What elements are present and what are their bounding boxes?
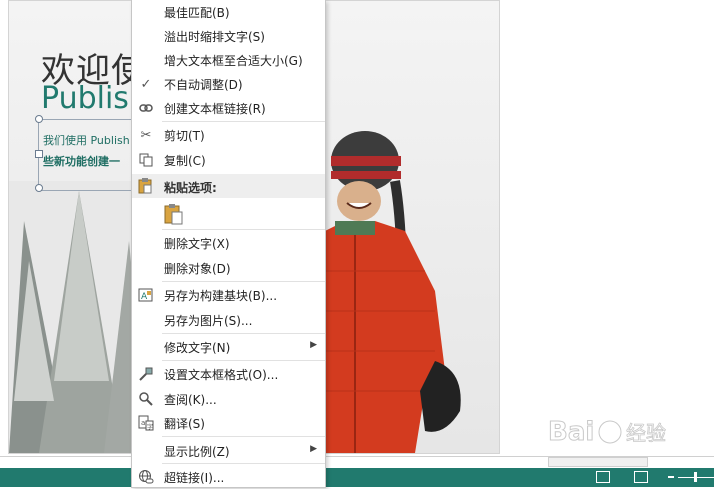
format-brush-icon [138,366,154,382]
menu-item-shrink-on-overflow[interactable]: 溢出时缩排文字(S) [132,24,325,48]
menu-item-zoom[interactable]: 显示比例(Z) ▶ [132,439,325,463]
menu-separator [162,436,325,437]
context-menu: 最佳匹配(B) 溢出时缩排文字(S) 增大文本框至合适大小(G) ✓ 不自动调整… [131,0,326,488]
two-page-view-icon[interactable] [634,471,648,483]
frame-text-line2: 些新功能创建一 [43,155,120,168]
menu-item-create-link[interactable]: 创建文本框链接(R) [132,96,325,120]
hyperlink-globe-icon [138,469,154,485]
menu-item-cut[interactable]: ✂ 剪切(T) [132,123,325,147]
svg-text:a: a [141,419,145,427]
menu-item-delete-text[interactable]: 删除文字(X) [132,231,325,255]
resize-handle-left[interactable] [35,150,43,158]
menu-separator [162,360,325,361]
translate-icon: a字 [138,415,154,431]
menu-item-copy[interactable]: 复制(C) [132,148,325,172]
menu-item-translate[interactable]: a字 翻译(S) [132,411,325,435]
page-title-line2: Publis [41,81,129,116]
menu-item-hyperlink[interactable]: 超链接(I)... [132,465,325,489]
magnifier-icon [138,391,154,407]
clipboard-icon [138,178,152,197]
menu-separator [162,229,325,230]
scissors-icon: ✂ [140,127,152,143]
snowy-trees-image [9,181,149,453]
baidu-watermark-logo: Bai 经验 [548,417,666,448]
horizontal-scrollbar[interactable] [548,457,648,467]
submenu-arrow-icon: ▶ [310,340,317,350]
svg-text:经验: 经验 [626,421,666,445]
menu-separator [162,333,325,334]
menu-item-save-as-picture[interactable]: 另存为图片(S)... [132,308,325,332]
checkmark-icon: ✓ [140,76,152,92]
frame-text-line1: 我们使用 Publish [43,134,130,147]
menu-item-best-fit[interactable]: 最佳匹配(B) [132,0,325,24]
copy-icon [138,152,154,168]
svg-text:Bai: Bai [548,417,594,447]
menu-item-change-text[interactable]: 修改文字(N) ▶ [132,335,325,359]
zoom-out-icon[interactable] [668,476,674,478]
menu-item-delete-object[interactable]: 删除对象(D) [132,256,325,280]
menu-item-grow-frame[interactable]: 增大文本框至合适大小(G) [132,48,325,72]
zoom-slider-thumb[interactable] [694,472,697,482]
link-icon [138,100,154,116]
document-canvas: 欢迎使 Publis 我们使用 Publish 些新功能创建一 Bai 经验 [0,0,714,456]
svg-text:字: 字 [147,423,153,431]
svg-text:A: A [141,292,148,302]
resize-handle-bottom-left[interactable] [35,184,43,192]
child-in-snow-photo [325,131,461,453]
menu-item-format-text-box[interactable]: 设置文本框格式(O)... [132,362,325,386]
menu-separator [162,281,325,282]
paste-keep-formatting-icon[interactable] [163,203,185,225]
resize-handle-top-left[interactable] [35,115,43,123]
submenu-arrow-icon: ▶ [310,444,317,454]
single-page-view-icon[interactable] [596,471,610,483]
menu-item-save-as-building-block[interactable]: A 另存为构建基块(B)... [132,283,325,307]
menu-separator [162,463,325,464]
paste-options-header: 粘贴选项: [132,174,325,198]
building-block-icon: A [138,287,154,303]
menu-separator [162,121,325,122]
menu-item-no-autofit[interactable]: ✓ 不自动调整(D) [132,72,325,96]
menu-item-lookup[interactable]: 查阅(K)... [132,387,325,411]
